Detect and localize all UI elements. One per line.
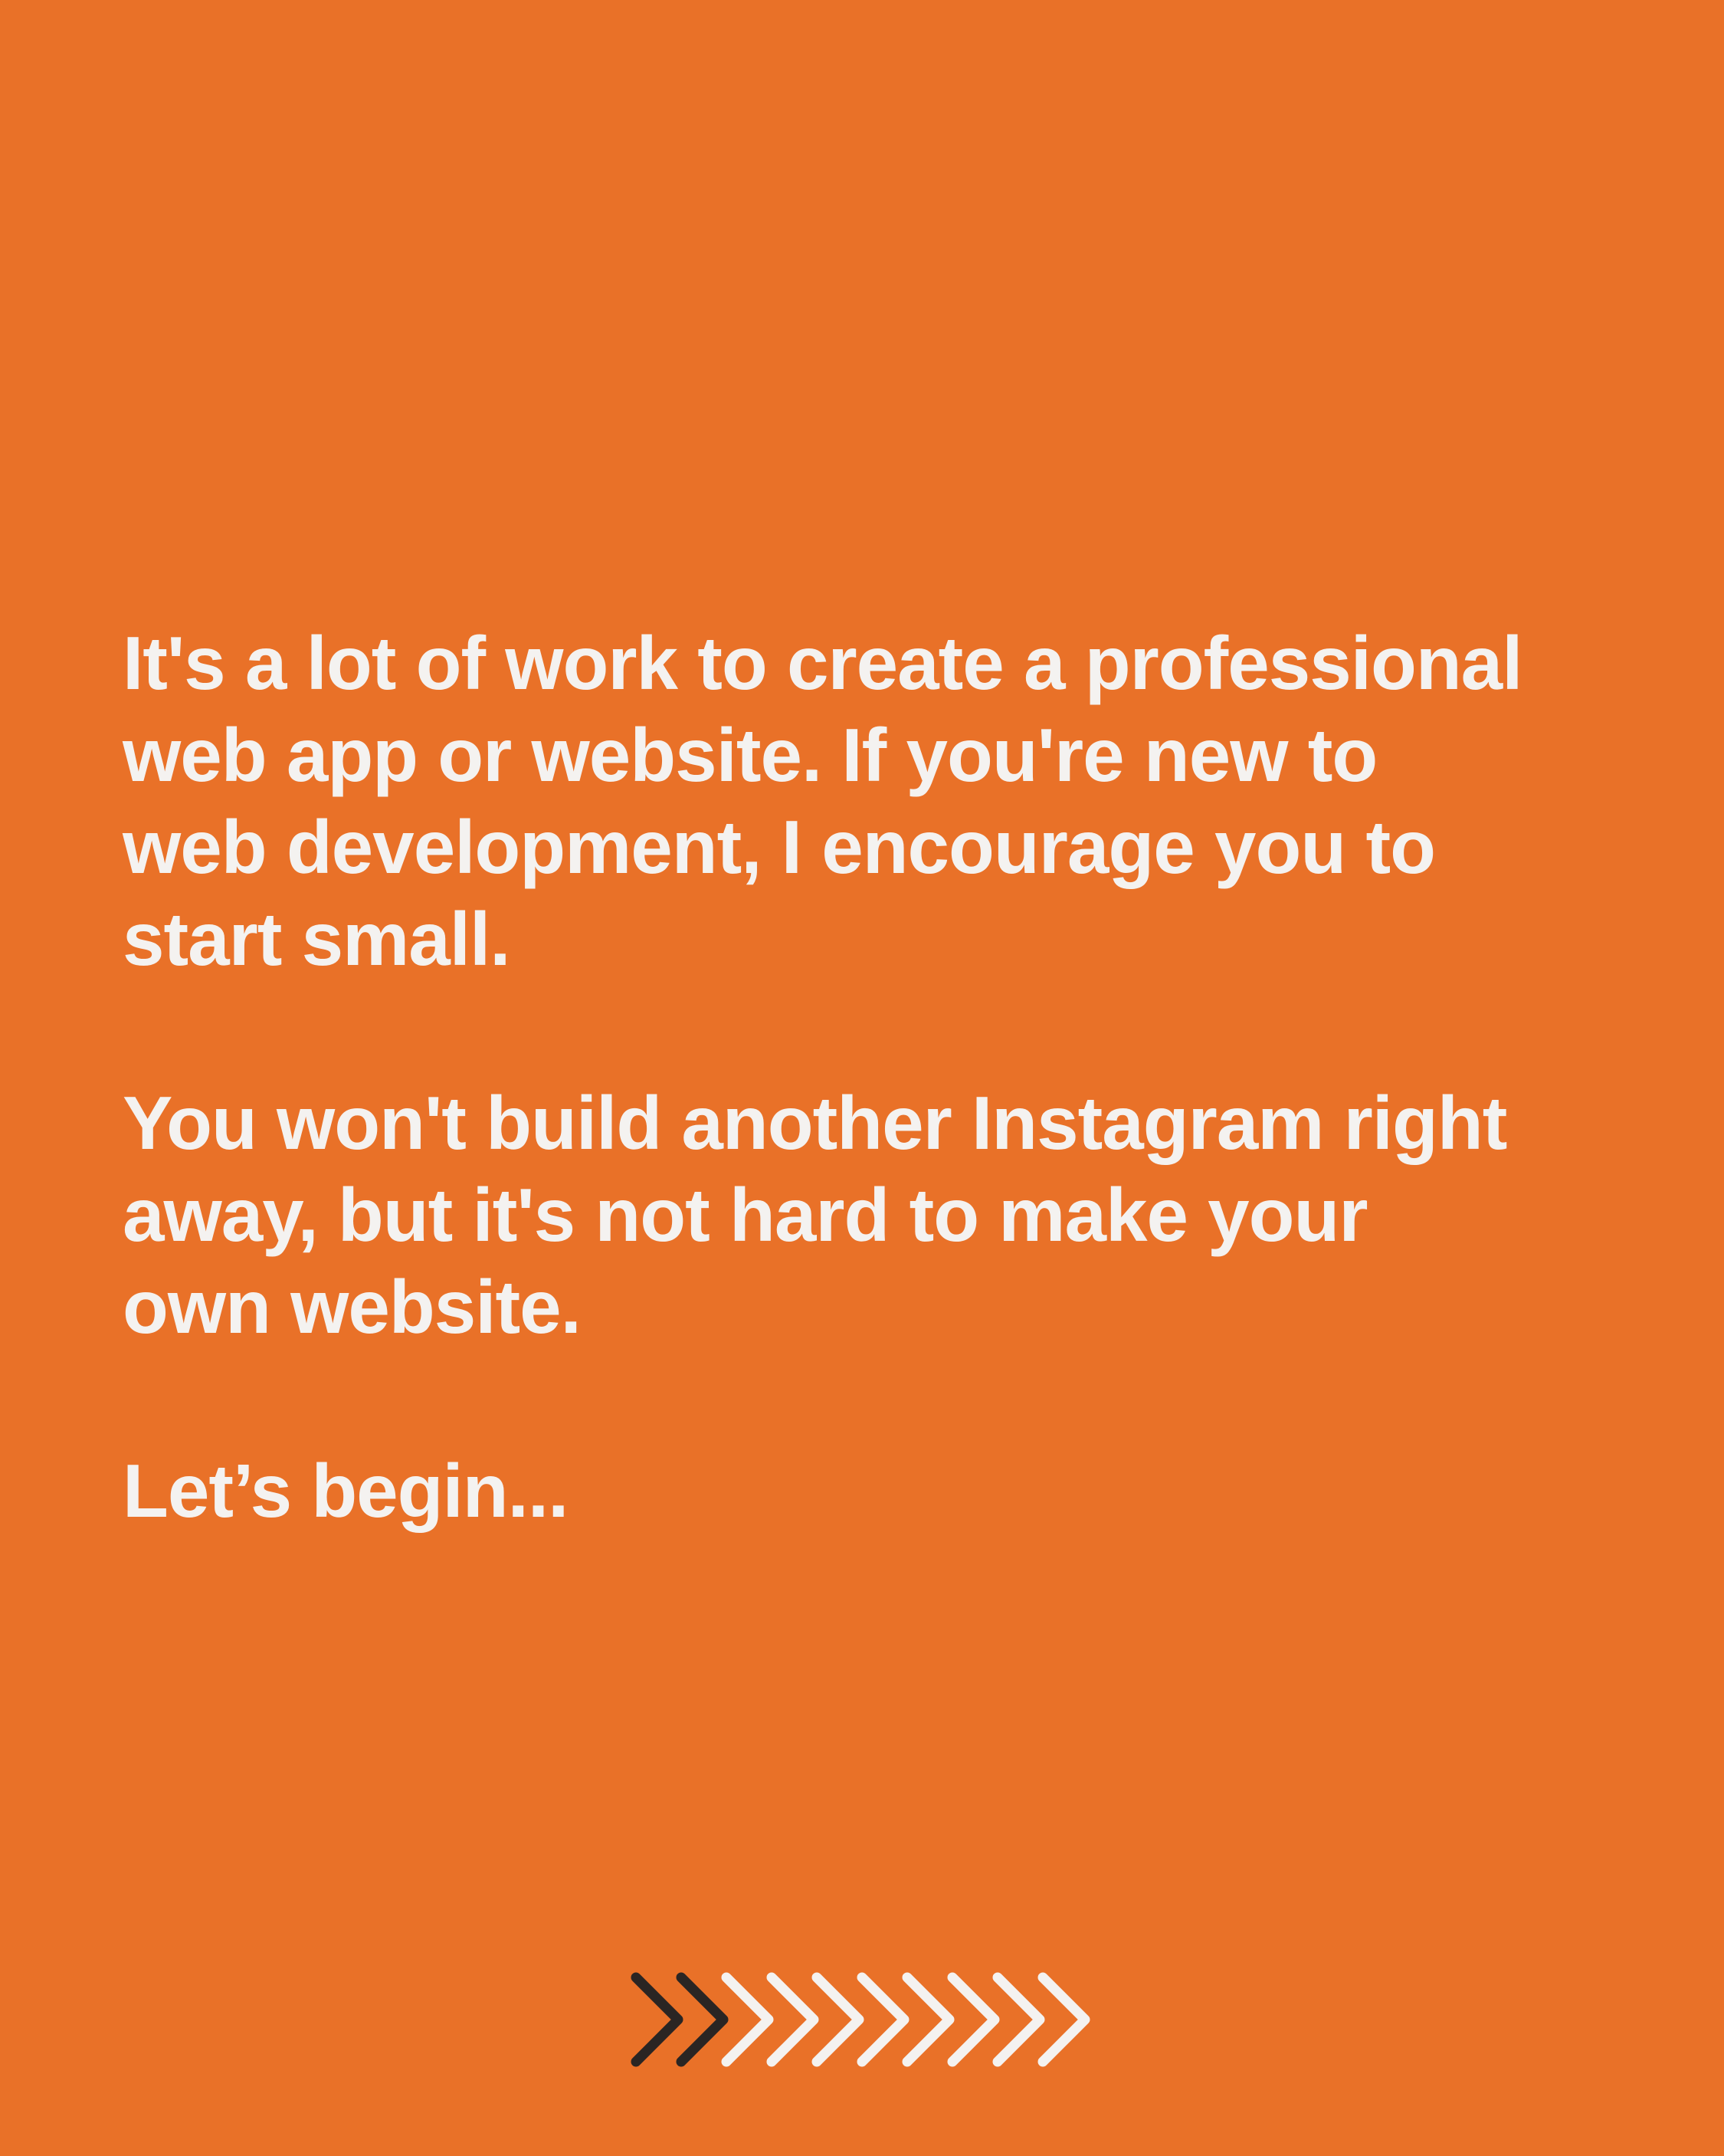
chevron-inactive (1037, 1972, 1090, 2067)
chevron-inactive (992, 1972, 1045, 2067)
paragraph-intro: It's a lot of work to create a professio… (123, 617, 1640, 985)
chevron-inactive (721, 1972, 774, 2067)
text-line: Let’s begin... (123, 1449, 569, 1533)
chevron-active (676, 1972, 729, 2067)
text-line: start small. (123, 897, 510, 981)
chevrons-right-icon[interactable] (628, 1970, 1096, 2069)
slide-text: It's a lot of work to create a professio… (123, 617, 1640, 1537)
text-line: web development, I encourage you to (123, 805, 1436, 889)
chevron-inactive (811, 1972, 864, 2067)
text-line: own website. (123, 1265, 582, 1349)
slide-page: { "slide": { "paragraphs": [ { "lines": … (0, 0, 1724, 2156)
chevron-inactive (857, 1972, 910, 2067)
text-line: web app or website. If you're new to (123, 713, 1378, 797)
text-line: You won't build another Instagram right (123, 1081, 1507, 1165)
text-line: away, but it's not hard to make your (123, 1173, 1368, 1257)
chevron-active (631, 1972, 683, 2067)
paragraph-lets-begin: Let’s begin... (123, 1445, 1640, 1537)
chevron-inactive (947, 1972, 1000, 2067)
paragraph-instagram: You won't build another Instagram right … (123, 1077, 1640, 1353)
chevron-inactive (766, 1972, 819, 2067)
text-line: It's a lot of work to create a professio… (123, 621, 1522, 705)
chevron-inactive (902, 1972, 955, 2067)
